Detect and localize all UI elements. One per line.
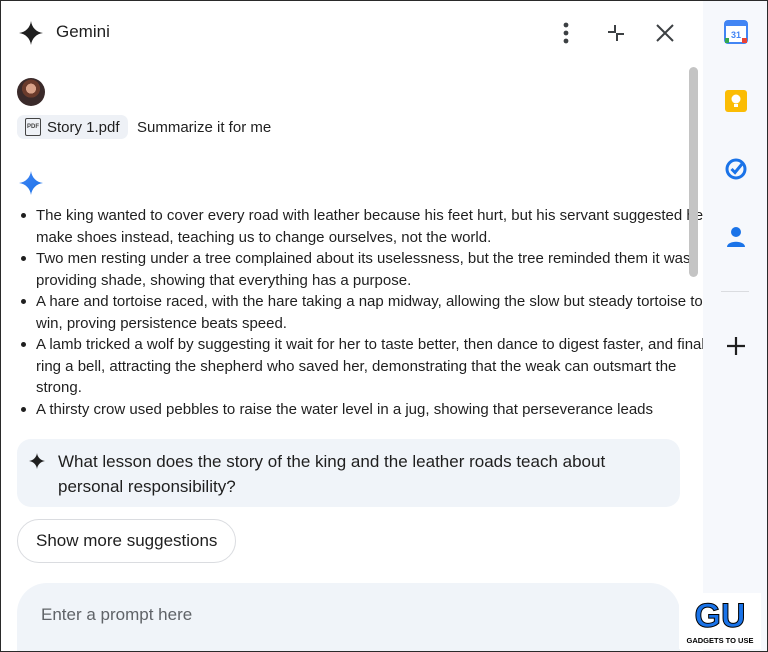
keep-icon[interactable] (724, 89, 748, 113)
list-item: The king wanted to cover every road with… (21, 205, 703, 248)
panel-header: Gemini (1, 1, 703, 65)
list-item: A thirsty crow used pebbles to raise the… (21, 399, 703, 420)
gadgets-to-use-watermark: GU GADGETS TO USE (679, 593, 761, 649)
attachment-name: Story 1.pdf (47, 118, 120, 136)
gemini-spark-icon (19, 21, 43, 45)
watermark-text: GADGETS TO USE (687, 636, 754, 645)
tasks-icon[interactable] (724, 157, 748, 181)
list-item: A hare and tortoise raced, with the hare… (21, 291, 703, 334)
collapse-button[interactable] (602, 19, 630, 47)
calendar-day: 31 (731, 30, 741, 40)
close-icon (656, 24, 674, 42)
rail-divider (721, 291, 749, 292)
prompt-input[interactable] (39, 604, 643, 626)
attachment-chip[interactable]: PDF Story 1.pdf (17, 115, 128, 139)
contacts-icon[interactable] (724, 225, 748, 249)
list-item: A lamb tricked a wolf by suggesting it w… (21, 334, 703, 399)
conversation-area[interactable]: PDF Story 1.pdf Summarize it for me The … (1, 65, 703, 419)
gemini-panel: Gemini PDF Story 1.pdf Summarize it for … (1, 1, 703, 651)
app-title: Gemini (56, 22, 110, 41)
user-avatar (17, 78, 45, 106)
suggestion-text: What lesson does the story of the king a… (58, 452, 606, 496)
window-frame: Gemini PDF Story 1.pdf Summarize it for … (0, 0, 768, 652)
prompt-box (17, 583, 680, 651)
calendar-icon[interactable]: 31 (724, 20, 748, 44)
sparkle-icon (29, 453, 45, 469)
more-options-button[interactable] (552, 19, 580, 47)
add-icon[interactable] (724, 334, 748, 358)
watermark-logo: GU (695, 597, 746, 635)
list-item: Two men resting under a tree complained … (21, 248, 703, 291)
response-summary-list: The king wanted to cover every road with… (1, 205, 703, 419)
side-rail: 31 (703, 1, 767, 651)
gemini-response-icon (19, 171, 43, 195)
collapse-icon (608, 25, 624, 41)
suggestion-chip[interactable]: What lesson does the story of the king a… (17, 439, 680, 507)
pdf-icon: PDF (25, 118, 41, 136)
user-prompt-text: Summarize it for me (137, 119, 272, 136)
scrollbar-thumb[interactable] (689, 67, 698, 277)
more-vert-icon (563, 22, 569, 44)
close-button[interactable] (651, 19, 679, 47)
show-more-suggestions-button[interactable]: Show more suggestions (17, 519, 237, 563)
